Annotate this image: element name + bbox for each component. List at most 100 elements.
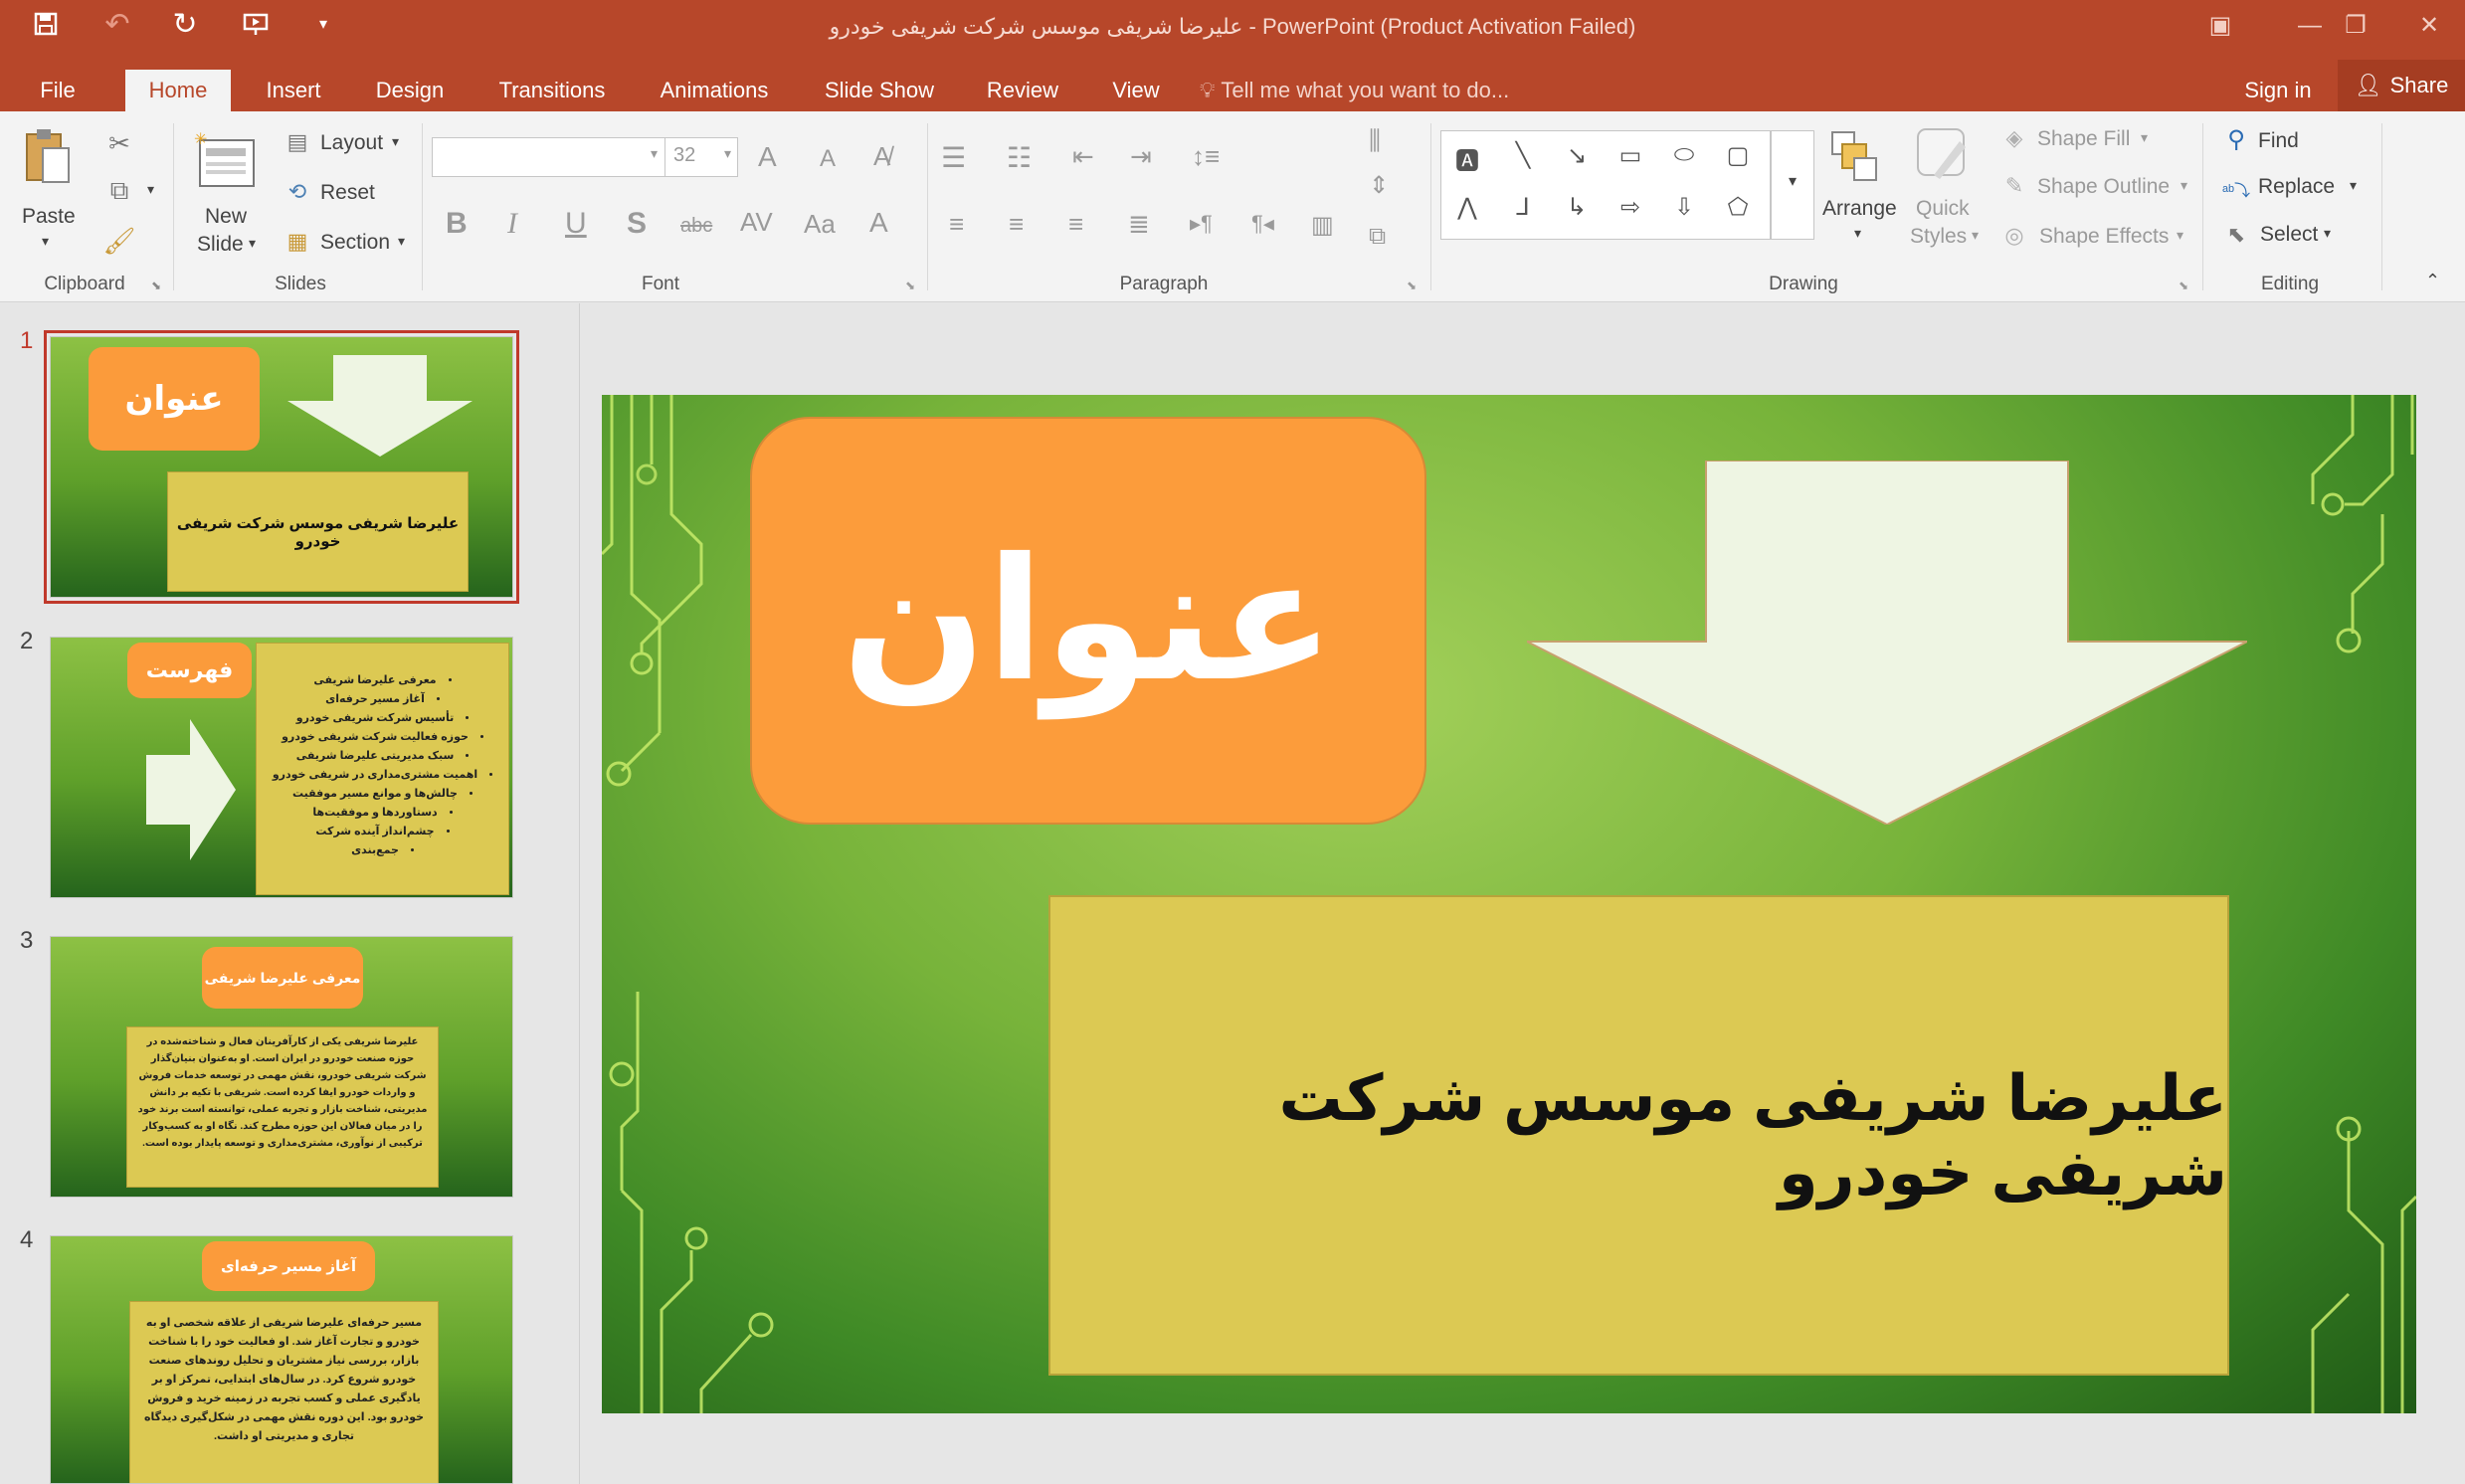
elbow-connector-shape-icon[interactable]: ⅃ xyxy=(1503,193,1543,222)
shape-fill-button[interactable]: Shape Fill xyxy=(2037,127,2130,151)
bold-icon[interactable]: B xyxy=(446,207,468,241)
increase-indent-icon[interactable]: ⇥ xyxy=(1130,141,1152,172)
arrow-line-shape-icon[interactable]: ↘ xyxy=(1557,141,1597,170)
slide-thumbnail-4[interactable]: آغاز مسیر حرفه‌ای مسیر حرفه‌ای علیرضا شر… xyxy=(50,1235,513,1484)
right-arrow-shape-icon[interactable]: ⇨ xyxy=(1611,193,1650,222)
find-icon[interactable]: ⚲ xyxy=(2220,123,2252,155)
layout-icon[interactable]: ▤ xyxy=(283,127,312,157)
align-right-icon[interactable]: ≡ xyxy=(1068,209,1083,240)
section-dropdown-icon[interactable]: ▾ xyxy=(398,233,405,250)
decrease-font-size-icon[interactable]: A xyxy=(820,145,836,173)
numbering-icon[interactable]: ☷ xyxy=(1007,141,1032,174)
shape-effects-button[interactable]: Shape Effects xyxy=(2039,225,2169,249)
select-dropdown-icon[interactable]: ▾ xyxy=(2324,225,2331,242)
main-slide-title[interactable]: عنوان xyxy=(750,417,1426,825)
align-left-icon[interactable]: ≡ xyxy=(949,209,964,240)
reset-icon[interactable]: ⟲ xyxy=(283,177,312,207)
close-icon[interactable]: ✕ xyxy=(2399,6,2459,46)
tab-insert[interactable]: Insert xyxy=(253,70,334,111)
replace-dropdown-icon[interactable]: ▾ xyxy=(2350,177,2357,194)
slide-thumbnail-pane[interactable]: 1 عنوان علیرضا شریفی موسس شرکت شریفی خود… xyxy=(0,303,580,1484)
bullets-icon[interactable]: ☰ xyxy=(941,141,966,174)
shape-outline-icon[interactable]: ✎ xyxy=(1999,171,2029,201)
replace-icon[interactable]: ᵃᵇ⤵ xyxy=(2218,171,2254,207)
shape-effects-dropdown-icon[interactable]: ▾ xyxy=(2177,227,2183,244)
quick-styles-icon[interactable] xyxy=(1912,121,1976,191)
shape-fill-dropdown-icon[interactable]: ▾ xyxy=(2141,129,2148,146)
tab-view[interactable]: View xyxy=(1098,70,1174,111)
shapes-more-icon[interactable]: ▾ xyxy=(1771,130,1814,240)
textbox-shape-icon[interactable]: 🅰︎ xyxy=(1447,141,1487,176)
drawing-launcher-icon[interactable]: ⬊ xyxy=(2179,278,2188,292)
right-to-left-icon[interactable]: ¶◂ xyxy=(1251,211,1274,237)
cut-icon[interactable]: ✂ xyxy=(101,125,137,161)
text-direction-icon[interactable]: ⫼ xyxy=(1369,125,1381,157)
font-name-input[interactable] xyxy=(432,137,666,177)
main-slide-body[interactable]: علیرضا شریفی موسس شرکت شریفی خودرو xyxy=(1048,895,2229,1376)
shapes-gallery[interactable]: 🅰︎ ╲ ↘ ▭ ⬭ ▢ ⋀ ⅃ ↳ ⇨ ⇩ ⬠ xyxy=(1440,130,1771,240)
ribbon-display-options-icon[interactable]: ▣ xyxy=(2190,6,2250,46)
slide-thumbnail-3[interactable]: معرفی علیرضا شریفی علیرضا شریفی یکی از ک… xyxy=(50,936,513,1198)
oval-shape-icon[interactable]: ⬭ xyxy=(1664,141,1704,169)
arrange-label[interactable]: Arrange xyxy=(1822,197,1897,221)
line-shape-icon[interactable]: ╲ xyxy=(1503,141,1543,170)
tab-file[interactable]: File xyxy=(16,70,99,111)
align-center-icon[interactable]: ≡ xyxy=(1009,209,1024,240)
justify-icon[interactable]: ≣ xyxy=(1128,209,1150,240)
slide-thumbnail-1[interactable]: عنوان علیرضا شریفی موسس شرکت شریفی خودرو xyxy=(44,330,519,604)
font-launcher-icon[interactable]: ⬊ xyxy=(905,278,915,292)
quick-styles-label-1[interactable]: Quick xyxy=(1916,197,1970,221)
smartart-icon[interactable]: ⧉ xyxy=(1369,223,1386,251)
sign-in-link[interactable]: Sign in xyxy=(2218,70,2338,111)
quick-styles-dropdown-icon[interactable]: ▾ xyxy=(1972,227,1979,244)
text-shadow-icon[interactable]: S xyxy=(627,207,647,241)
copy-dropdown-icon[interactable]: ▾ xyxy=(147,181,154,198)
format-painter-icon[interactable]: 🖌︎ xyxy=(101,223,137,259)
reset-button[interactable]: Reset xyxy=(320,181,375,205)
tell-me-search[interactable]: 💡︎ Tell me what you want to do... xyxy=(1200,70,1538,111)
new-slide-icon[interactable]: ✳ xyxy=(191,125,261,195)
decrease-indent-icon[interactable]: ⇤ xyxy=(1072,141,1094,172)
paste-label[interactable]: Paste xyxy=(22,205,76,229)
italic-icon[interactable]: I xyxy=(507,207,517,241)
shape-outline-dropdown-icon[interactable]: ▾ xyxy=(2181,177,2187,194)
slide-canvas[interactable]: عنوان علیرضا شریفی موسس شرکت شریفی خودرو xyxy=(602,395,2416,1413)
tab-slide-show[interactable]: Slide Show xyxy=(810,70,949,111)
new-slide-label-2[interactable]: Slide xyxy=(197,233,244,257)
arrange-icon[interactable] xyxy=(1824,121,1884,191)
replace-button[interactable]: Replace xyxy=(2258,175,2335,199)
freeform-shape-icon[interactable]: ⬠ xyxy=(1718,193,1758,222)
shape-outline-button[interactable]: Shape Outline xyxy=(2037,175,2170,199)
arrange-dropdown-icon[interactable]: ▾ xyxy=(1854,225,1861,242)
quick-styles-label-2[interactable]: Styles xyxy=(1910,225,1967,249)
tab-review[interactable]: Review xyxy=(979,70,1066,111)
rounded-rect-shape-icon[interactable]: ▢ xyxy=(1718,141,1758,170)
tab-home[interactable]: Home xyxy=(125,70,231,111)
columns-icon[interactable]: ▥ xyxy=(1311,211,1334,240)
rectangle-shape-icon[interactable]: ▭ xyxy=(1611,141,1650,170)
select-button[interactable]: Select xyxy=(2260,223,2318,247)
layout-dropdown-icon[interactable]: ▾ xyxy=(392,133,399,150)
section-button[interactable]: Section xyxy=(320,231,390,255)
paste-icon[interactable] xyxy=(20,123,76,193)
paragraph-launcher-icon[interactable]: ⬊ xyxy=(1407,278,1417,292)
character-spacing-icon[interactable]: AV xyxy=(740,207,773,238)
new-slide-dropdown-icon[interactable]: ▾ xyxy=(249,235,256,252)
slide-thumbnail-2[interactable]: فهرست معرفی علیرضا شریفی آغاز مسیر حرفه‌… xyxy=(50,637,513,898)
select-icon[interactable]: ⬉ xyxy=(2220,219,2252,251)
change-case-icon[interactable]: Aa xyxy=(804,209,836,240)
increase-font-size-icon[interactable]: A xyxy=(758,141,777,173)
font-name-dropdown-icon[interactable]: ▾ xyxy=(651,145,658,162)
font-color-icon[interactable]: A xyxy=(869,207,888,239)
elbow-arrow-shape-icon[interactable]: ↳ xyxy=(1557,193,1597,222)
new-slide-label-1[interactable]: New xyxy=(205,205,247,229)
copy-icon[interactable]: ⧉ xyxy=(101,173,137,209)
shape-effects-icon[interactable]: ◎ xyxy=(1999,221,2029,251)
find-button[interactable]: Find xyxy=(2258,129,2299,153)
left-to-right-icon[interactable]: ▸¶ xyxy=(1190,211,1213,237)
shape-fill-icon[interactable]: ◈ xyxy=(1999,123,2029,153)
paste-dropdown-icon[interactable]: ▾ xyxy=(42,233,49,250)
collapse-ribbon-icon[interactable]: ⌃ xyxy=(2425,271,2440,291)
font-size-dropdown-icon[interactable]: ▾ xyxy=(724,145,731,162)
section-icon[interactable]: ▦ xyxy=(283,227,312,257)
